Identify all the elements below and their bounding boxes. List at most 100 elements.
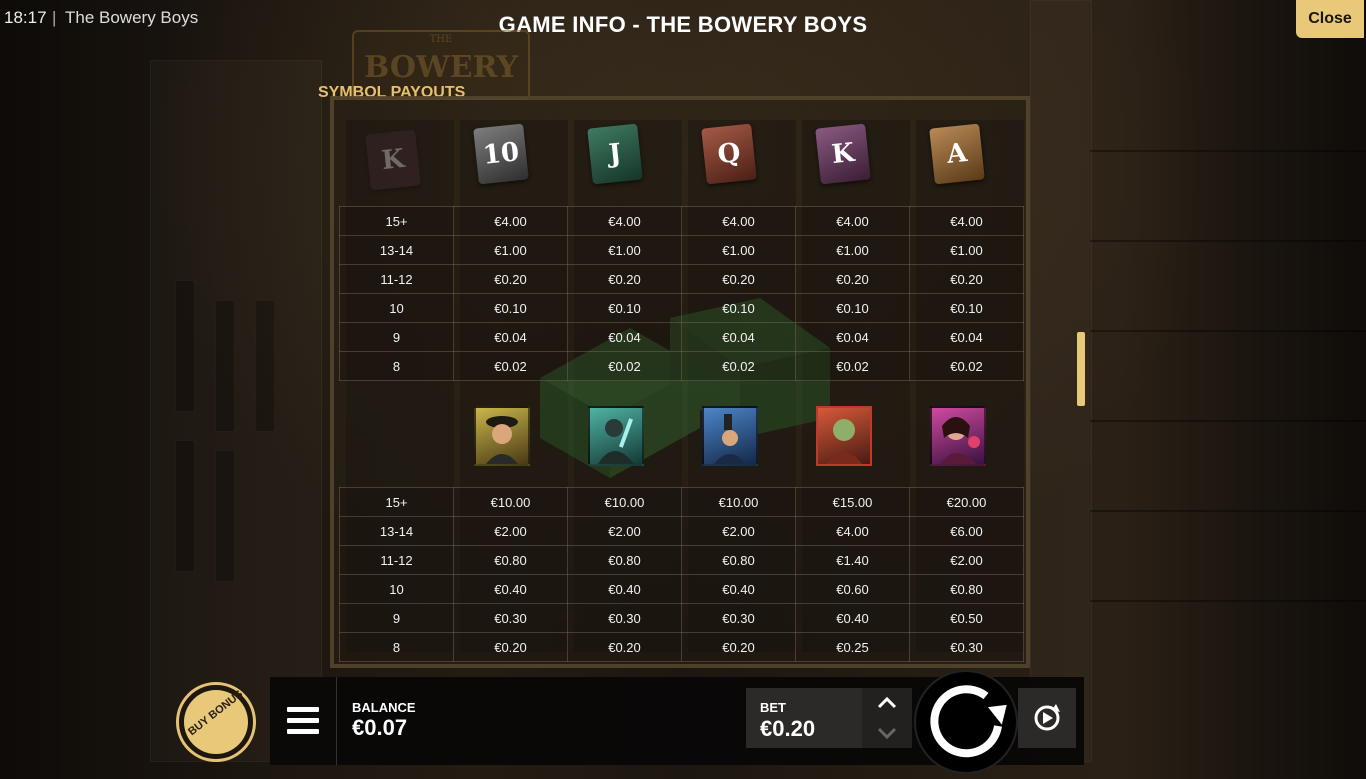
symbol-count-cell: 15+ <box>339 487 454 517</box>
balance-label: BALANCE <box>352 700 416 715</box>
chevron-up-icon[interactable] <box>876 692 898 714</box>
symbol-count-cell: 11-12 <box>339 264 454 294</box>
payout-value-cell: €0.04 <box>795 322 910 352</box>
payout-value-cell: €1.00 <box>795 235 910 265</box>
payout-value-cell: €0.40 <box>567 574 682 604</box>
bet-value: €0.20 <box>760 716 816 741</box>
payout-row: 11-12 €0.80 €0.80 €0.80 €1.40 €2.00 <box>339 545 1024 575</box>
payout-row: 9 €0.04 €0.04 €0.04 €0.04 €0.04 <box>339 322 1024 352</box>
payout-value-cell: €2.00 <box>567 516 682 546</box>
payout-value-cell: €0.20 <box>795 264 910 294</box>
gangster-yellow-icon <box>474 406 530 466</box>
payout-value-cell: €0.04 <box>909 322 1024 352</box>
gangster-red-icon <box>816 406 872 466</box>
payout-row: 10 €0.10 €0.10 €0.10 €0.10 €0.10 <box>339 293 1024 323</box>
symbol-count-cell: 8 <box>339 632 454 662</box>
payout-value-cell: €0.04 <box>567 322 682 352</box>
payout-value-cell: €0.02 <box>567 351 682 381</box>
logo-main-text: BOWERY <box>363 50 519 85</box>
payout-value-cell: €0.60 <box>795 574 910 604</box>
payout-value-cell: €0.80 <box>681 545 796 575</box>
symbol-a: A <box>926 122 988 185</box>
buy-bonus-button[interactable]: BUY BONUS <box>176 682 256 762</box>
card-k-icon: K <box>815 123 871 185</box>
payout-value-cell: €0.25 <box>795 632 910 662</box>
scrollbar-thumb[interactable] <box>1077 332 1085 406</box>
payout-row: 13-14 €2.00 €2.00 €2.00 €4.00 €6.00 <box>339 516 1024 546</box>
bet-display[interactable]: BET €0.20 <box>746 688 862 748</box>
symbol-k: K <box>812 122 874 185</box>
payout-value-cell: €10.00 <box>681 487 796 517</box>
payout-row: 8 €0.20 €0.20 €0.20 €0.25 €0.30 <box>339 632 1024 662</box>
payout-value-cell: €0.30 <box>453 603 568 633</box>
payout-row: 11-12 €0.20 €0.20 €0.20 €0.20 €0.20 <box>339 264 1024 294</box>
payout-value-cell: €4.00 <box>795 206 910 236</box>
card-k-icon: K <box>365 129 421 191</box>
payout-value-cell: €0.30 <box>909 632 1024 662</box>
bet-label: BET <box>760 700 786 715</box>
symbol-count-cell: 15+ <box>339 206 454 236</box>
payout-row: 15+ €10.00 €10.00 €10.00 €15.00 €20.00 <box>339 487 1024 517</box>
payout-value-cell: €0.30 <box>681 603 796 633</box>
payout-value-cell: €0.80 <box>567 545 682 575</box>
payout-value-cell: €4.00 <box>567 206 682 236</box>
payout-value-cell: €0.20 <box>681 264 796 294</box>
payout-value-cell: €6.00 <box>909 516 1024 546</box>
payout-value-cell: €0.40 <box>681 574 796 604</box>
gangster-teal-icon <box>588 406 644 466</box>
payout-value-cell: €0.80 <box>909 574 1024 604</box>
spin-button[interactable] <box>914 670 1018 774</box>
payout-value-cell: €0.02 <box>909 351 1024 381</box>
payout-table-high: 15+ €10.00 €10.00 €10.00 €15.00 €20.00 13-14 €2… <box>339 487 1024 662</box>
symbol-j: J <box>584 122 646 185</box>
symbol-k-faded: K <box>362 128 424 191</box>
symbol-count-cell: 9 <box>339 603 454 633</box>
payout-value-cell: €0.10 <box>909 293 1024 323</box>
payout-row: 8 €0.02 €0.02 €0.02 €0.02 €0.02 <box>339 351 1024 381</box>
payout-value-cell: €1.40 <box>795 545 910 575</box>
close-button[interactable]: Close <box>1296 0 1364 38</box>
symbol-10: 10 <box>470 122 532 185</box>
payout-value-cell: €0.40 <box>795 603 910 633</box>
payout-row: 9 €0.30 €0.30 €0.30 €0.40 €0.50 <box>339 603 1024 633</box>
card-j-icon: J <box>587 123 643 185</box>
menu-button[interactable] <box>270 677 337 765</box>
autoplay-button[interactable] <box>1018 688 1076 748</box>
chevron-down-icon[interactable] <box>876 722 898 744</box>
payout-row: 15+ €4.00 €4.00 €4.00 €4.00 €4.00 <box>339 206 1024 236</box>
payout-value-cell: €4.00 <box>795 516 910 546</box>
payout-value-cell: €10.00 <box>453 487 568 517</box>
gangster-blue-icon <box>702 406 758 466</box>
payout-value-cell: €4.00 <box>681 206 796 236</box>
symbol-count-cell: 8 <box>339 351 454 381</box>
symbol-q: Q <box>698 122 760 185</box>
payout-value-cell: €2.00 <box>453 516 568 546</box>
payout-value-cell: €20.00 <box>909 487 1024 517</box>
payout-value-cell: €2.00 <box>681 516 796 546</box>
payout-value-cell: €0.80 <box>453 545 568 575</box>
payout-value-cell: €0.20 <box>681 632 796 662</box>
payout-value-cell: €1.00 <box>909 235 1024 265</box>
symbol-count-cell: 10 <box>339 293 454 323</box>
payout-value-cell: €0.20 <box>453 264 568 294</box>
payout-value-cell: €0.04 <box>681 322 796 352</box>
payout-value-cell: €4.00 <box>453 206 568 236</box>
payout-value-cell: €0.02 <box>795 351 910 381</box>
symbol-gangster-blue <box>698 402 760 466</box>
payout-row: 10 €0.40 €0.40 €0.40 €0.60 €0.80 <box>339 574 1024 604</box>
card-q-icon: Q <box>701 123 757 185</box>
symbol-count-cell: 13-14 <box>339 235 454 265</box>
symbol-count-cell: 13-14 <box>339 516 454 546</box>
autoplay-icon <box>1034 704 1060 731</box>
payout-value-cell: €10.00 <box>567 487 682 517</box>
spin-arrow-icon <box>930 685 1007 758</box>
payout-row: 13-14 €1.00 €1.00 €1.00 €1.00 €1.00 <box>339 235 1024 265</box>
payout-value-cell: €15.00 <box>795 487 910 517</box>
top-bar: 18:17 | The Bowery Boys GAME INFO - THE … <box>0 0 1366 40</box>
card-10-icon: 10 <box>473 123 529 185</box>
logo-top-text: THE <box>429 34 453 45</box>
page-title: GAME INFO - THE BOWERY BOYS <box>498 12 868 37</box>
symbol-count-cell: 11-12 <box>339 545 454 575</box>
payout-value-cell: €4.00 <box>909 206 1024 236</box>
payout-value-cell: €0.10 <box>681 293 796 323</box>
